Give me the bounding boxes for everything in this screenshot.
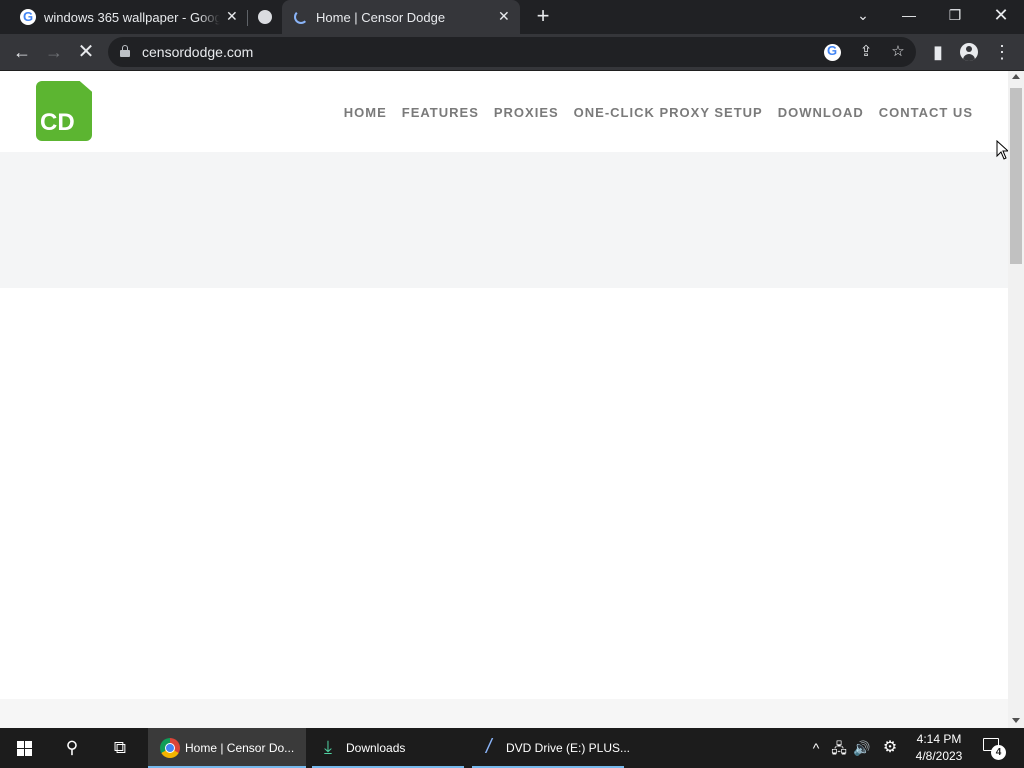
url-text[interactable]: censordodge.com	[142, 44, 253, 60]
restore-button[interactable]: ❐	[935, 0, 975, 32]
google-favicon-icon	[20, 9, 36, 25]
notification-count-badge: 4	[991, 745, 1006, 760]
new-tab-button[interactable]: +	[532, 4, 554, 28]
notification-center-button[interactable]: 4	[980, 736, 1006, 760]
bookmark-star-icon[interactable]: ☆	[888, 42, 908, 62]
taskbar-app-chrome[interactable]: Home | Censor Do...	[148, 728, 306, 768]
tab-search-button[interactable]: ⌄	[843, 0, 883, 32]
page-viewport: CD HOME FEATURES PROXIES ONE-CLICK PROXY…	[0, 71, 1008, 699]
start-button[interactable]	[0, 728, 48, 768]
tab-title: windows 365 wallpaper - Google	[44, 10, 220, 25]
taskbar-app-downloads[interactable]: ⤓ Downloads	[312, 728, 464, 768]
taskbar-app-label: Downloads	[346, 741, 406, 755]
scroll-thumb[interactable]	[1010, 88, 1022, 264]
page-bottom-strip	[0, 699, 1008, 728]
tab-pinned[interactable]	[250, 0, 280, 34]
taskbar-app-dvd-drive[interactable]: / DVD Drive (E:) PLUS...	[472, 728, 630, 768]
nav-home[interactable]: HOME	[344, 105, 387, 120]
address-bar[interactable]: censordodge.com ⇪ ☆	[108, 37, 916, 67]
show-hidden-icons-chevron-icon[interactable]: ^	[805, 728, 827, 768]
tab-google-search[interactable]: windows 365 wallpaper - Google ✕	[10, 0, 246, 34]
taskbar-app-label: DVD Drive (E:) PLUS...	[506, 741, 631, 755]
clock-date: 4/8/2023	[915, 749, 963, 763]
taskbar-app-label: Home | Censor Do...	[185, 741, 295, 755]
windows-logo-icon	[17, 741, 32, 756]
clock-time: 4:14 PM	[916, 732, 962, 746]
settings-gear-icon[interactable]: ⚙	[879, 728, 901, 768]
censor-dodge-logo[interactable]: CD	[36, 81, 92, 141]
task-view-icon[interactable]: ⧉	[96, 728, 144, 768]
site-nav: HOME FEATURES PROXIES ONE-CLICK PROXY SE…	[329, 105, 973, 120]
search-icon[interactable]: ⚲	[48, 728, 96, 768]
nav-download[interactable]: DOWNLOAD	[778, 105, 864, 120]
volume-icon[interactable]: 🔊	[851, 728, 873, 768]
tab-strip: windows 365 wallpaper - Google ✕ Home | …	[0, 0, 1024, 36]
nav-contact-us[interactable]: CONTACT US	[879, 105, 973, 120]
minimize-button[interactable]: —	[889, 0, 929, 32]
page-scrollbar[interactable]	[1008, 71, 1024, 728]
site-header: CD HOME FEATURES PROXIES ONE-CLICK PROXY…	[0, 71, 1008, 152]
network-icon[interactable]: 🖧	[828, 728, 850, 768]
tab-censor-dodge-active[interactable]: Home | Censor Dodge ✕	[282, 0, 520, 36]
nav-proxies[interactable]: PROXIES	[494, 105, 559, 120]
back-button[interactable]: ←	[10, 40, 34, 64]
lock-icon[interactable]	[120, 45, 130, 57]
hero-section	[0, 152, 1008, 288]
nav-features[interactable]: FEATURES	[402, 105, 479, 120]
tab-close-icon[interactable]: ✕	[226, 8, 238, 25]
download-arrow-icon: ⤓	[324, 737, 332, 757]
logo-text: CD	[40, 109, 75, 136]
google-lens-icon[interactable]	[824, 43, 841, 61]
windows-taskbar: ⚲ ⧉ Home | Censor Do... ⤓ Downloads / DV…	[0, 728, 1024, 768]
dvd-drive-icon: /	[486, 736, 492, 758]
chrome-menu-button[interactable]: ⋮	[990, 40, 1014, 64]
share-icon[interactable]: ⇪	[856, 42, 876, 62]
scroll-down-arrow-icon[interactable]	[1012, 718, 1020, 723]
browser-toolbar: ← → ✕ censordodge.com ⇪ ☆ ▮ ⋮	[0, 34, 1024, 71]
chrome-icon	[160, 738, 180, 758]
stop-loading-button[interactable]: ✕	[74, 40, 98, 64]
tab-close-icon[interactable]: ✕	[498, 8, 510, 25]
scroll-up-arrow-icon[interactable]	[1012, 74, 1020, 79]
tab-separator	[247, 10, 248, 26]
profile-avatar-icon	[960, 43, 978, 61]
forward-button[interactable]: →	[42, 40, 66, 64]
profile-button[interactable]	[957, 40, 981, 64]
nav-one-click-proxy-setup[interactable]: ONE-CLICK PROXY SETUP	[574, 105, 763, 120]
default-favicon-icon	[258, 10, 272, 24]
loading-spinner-icon	[294, 10, 308, 24]
side-panel-button[interactable]: ▮	[926, 40, 950, 64]
tab-title: Home | Censor Dodge	[316, 10, 446, 25]
system-clock[interactable]: 4:14 PM 4/8/2023	[908, 731, 970, 765]
close-window-button[interactable]: ✕	[981, 0, 1021, 32]
